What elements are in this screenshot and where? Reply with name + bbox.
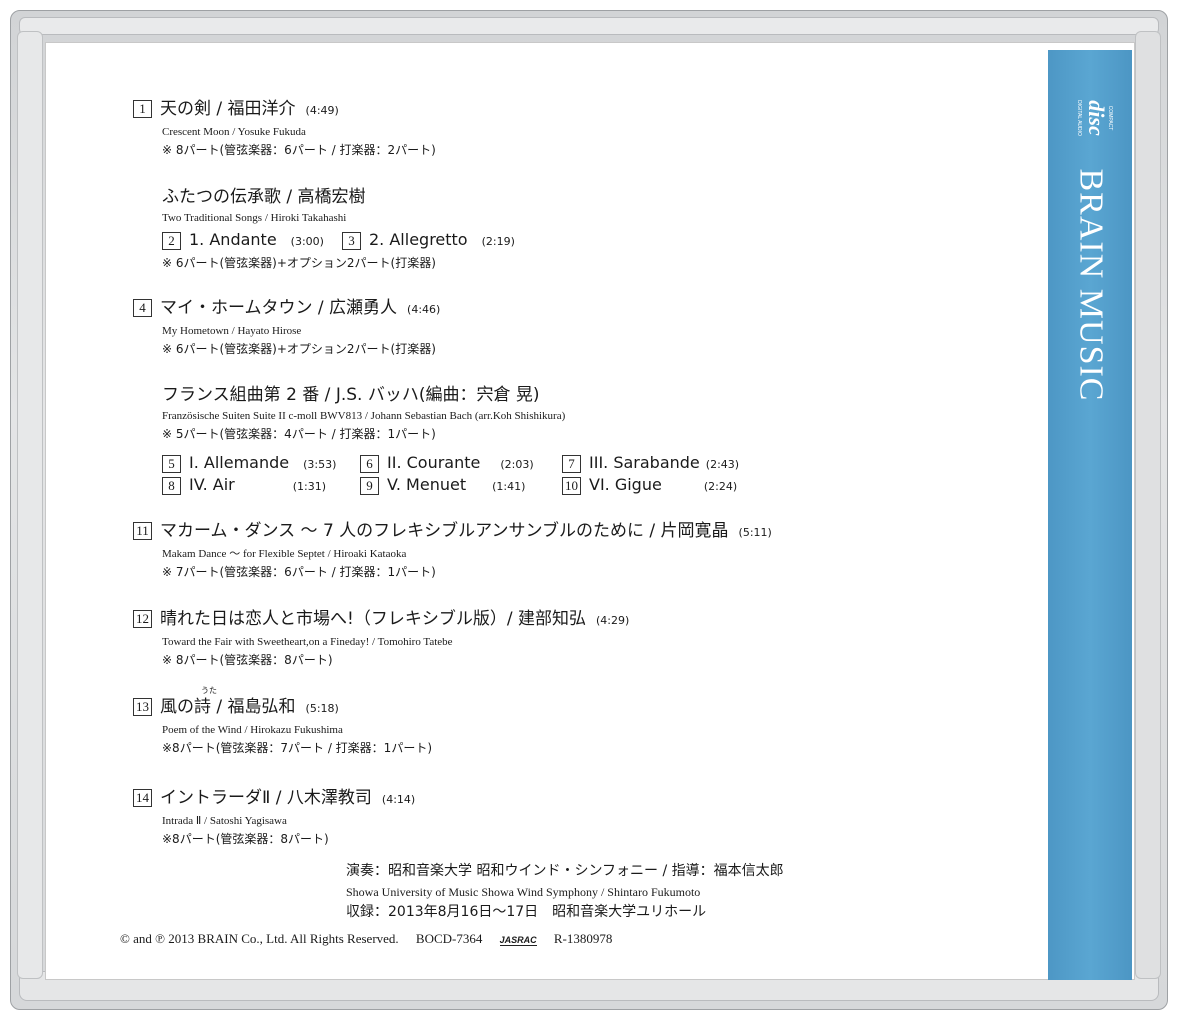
performer-credit-english: Showa University of Music Showa Wind Sym… xyxy=(346,885,701,899)
track-number: 1 xyxy=(133,100,152,118)
work-title: ふたつの伝承歌 / 高橋宏樹 xyxy=(162,187,366,207)
brand-logo: BRAIN MUSIC xyxy=(1060,168,1120,402)
work-english-title: Two Traditional Songs / Hiroki Takahashi xyxy=(162,212,347,224)
work-two-traditional-songs: ふたつの伝承歌 / 高橋宏樹 Two Traditional Songs / H… xyxy=(162,186,366,226)
case-top-rail xyxy=(19,17,1159,35)
track-english-title: Crescent Moon / Yosuke Fukuda xyxy=(162,126,306,138)
track-13-ruby: うた xyxy=(201,686,217,695)
movement-track-8: 8 IV. Air (1:31) xyxy=(162,475,326,497)
case-left-rail xyxy=(17,31,43,979)
track-instrumentation: ※8パート(管弦楽器：7パート / 打楽器：1パート) xyxy=(162,741,432,755)
cd-logo-main-text: disc xyxy=(1084,100,1109,136)
rights-code: R-1380978 xyxy=(553,931,613,946)
track-4: 4 マイ・ホームタウン / 広瀬勇人 (4:46) My Hometown / Ha… xyxy=(133,297,440,359)
track-title: マイ・ホームタウン / 広瀬勇人 xyxy=(160,298,398,318)
case-right-rail xyxy=(1135,31,1161,979)
track-instrumentation: ※ 6パート(管弦楽器)+オプション2パート(打楽器) xyxy=(162,342,436,356)
cd-logo-bottom-text: DIGITAL AUDIO xyxy=(1076,100,1082,136)
movement-track-10: 10 VI. Gigue (2:24) xyxy=(562,475,737,497)
work-title: フランス組曲第 2 番 / J.S. バッハ(編曲：宍倉 晃) xyxy=(162,385,540,405)
movement-track-6: 6 II. Courante (2:03) xyxy=(360,453,534,475)
track-instrumentation: ※ 7パート(管弦楽器：6パート / 打楽器：1パート) xyxy=(162,565,436,579)
track-english-title: Intrada Ⅱ / Satoshi Yagisawa xyxy=(162,815,287,827)
work-french-suite: フランス組曲第 2 番 / J.S. バッハ(編曲：宍倉 晃) Französi… xyxy=(162,384,565,444)
track-title: 晴れた日は恋人と市場へ!（フレキシブル版）/ 建部知弘 xyxy=(160,609,586,629)
track-title: 天の剣 / 福田洋介 xyxy=(160,99,296,119)
movement-track-2: 2 1. Andante (3:00) xyxy=(162,230,324,252)
track-duration: (4:49) xyxy=(305,104,339,117)
work-instrumentation: ※ 6パート(管弦楽器)+オプション2パート(打楽器) xyxy=(162,256,436,270)
track-english-title: Makam Dance ～ for Flexible Septet / Hiro… xyxy=(162,548,407,560)
performer-credit: 演奏：昭和音楽大学 昭和ウインド・シンフォニー / 指導：福本信太郎 xyxy=(346,863,784,879)
jasrac-logo: JASRAC xyxy=(499,935,537,946)
track-1: 1 天の剣 / 福田洋介 (4:49) Crescent Moon / Yosuke… xyxy=(133,98,436,160)
movement-track-5: 5 I. Allemande (3:53) xyxy=(162,453,336,475)
compact-disc-logo: COMPACT disc DIGITAL AUDIO xyxy=(1072,82,1118,154)
track-title: マカーム・ダンス ～ 7 人のフレキシブルアンサンブルのために / 片岡寛晶 xyxy=(160,521,729,541)
track-instrumentation: ※ 8パート(管弦楽器：6パート / 打楽器：2パート) xyxy=(162,143,436,157)
movement-track-9: 9 V. Menuet (1:41) xyxy=(360,475,525,497)
work-english-title: Französische Suiten Suite II c-moll BWV8… xyxy=(162,410,566,422)
track-instrumentation: ※ 8パート(管弦楽器：8パート) xyxy=(162,653,333,667)
track-english-title: Poem of the Wind / Hirokazu Fukushima xyxy=(162,724,343,736)
track-14: 14 イントラーダⅡ / 八木澤教司 (4:14) Intrada Ⅱ / Sato… xyxy=(133,787,415,849)
track-english-title: Toward the Fair with Sweetheart,on a Fin… xyxy=(162,636,453,648)
track-13: 13 風の詩 / 福島弘和 (5:18) Poem of the Wind / Hi… xyxy=(133,696,432,758)
recording-credit: 収録：2013年8月16日～17日 昭和音楽大学ユリホール xyxy=(346,904,707,920)
track-title: 風の詩 / 福島弘和 xyxy=(160,697,296,717)
movement-track-3: 3 2. Allegretto (2:19) xyxy=(342,230,515,252)
track-title: イントラーダⅡ / 八木澤教司 xyxy=(160,788,372,808)
catalog-number: BOCD-7364 xyxy=(415,931,483,946)
copyright-notice: © and ℗ 2013 BRAIN Co., Ltd. All Rights … xyxy=(120,931,399,946)
work-instrumentation: ※ 5パート(管弦楽器：4パート / 打楽器：1パート) xyxy=(162,427,436,441)
copyright-line: © and ℗ 2013 BRAIN Co., Ltd. All Rights … xyxy=(120,931,626,947)
track-12: 12 晴れた日は恋人と市場へ!（フレキシブル版）/ 建部知弘 (4:29) Towa… xyxy=(133,608,629,670)
track-english-title: My Hometown / Hayato Hirose xyxy=(162,325,302,337)
movement-track-7: 7 III. Sarabande (2:43) xyxy=(562,453,739,475)
track-instrumentation: ※8パート(管弦楽器：8パート) xyxy=(162,832,329,846)
brand-name: BRAIN MUSIC xyxy=(1072,168,1110,402)
track-11: 11 マカーム・ダンス ～ 7 人のフレキシブルアンサンブルのために / 片岡寛晶… xyxy=(133,520,772,582)
